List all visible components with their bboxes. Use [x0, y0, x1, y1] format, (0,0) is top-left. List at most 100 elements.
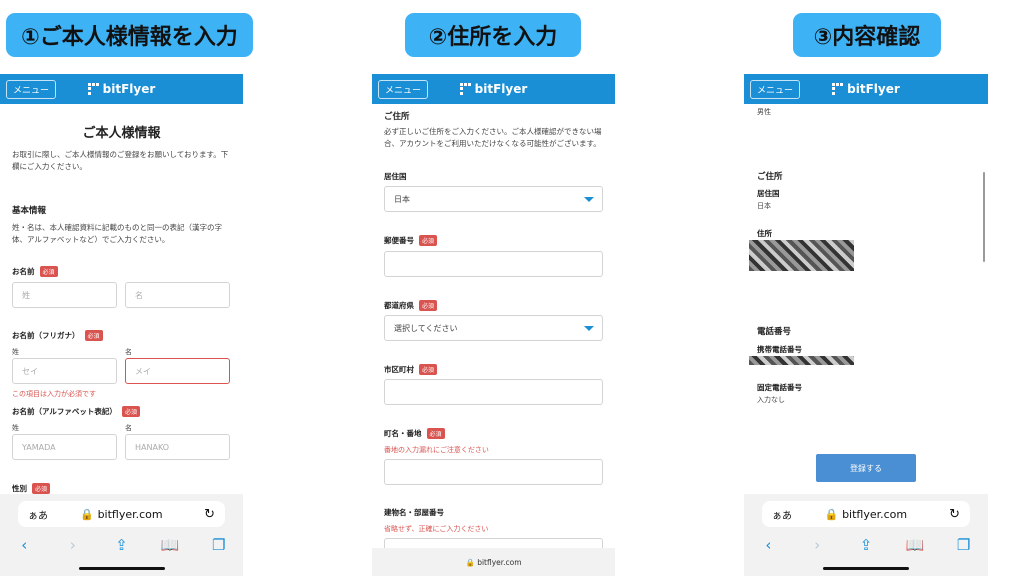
phone-screen-address: メニュー bitFlyer ご住所 必ず正しいご住所をご入力ください。ご本人様確…	[372, 74, 615, 576]
share-icon[interactable]: ⇪	[855, 536, 877, 554]
sub-label-first: 名	[125, 424, 132, 432]
building-label-text: 建物名・部屋番号	[384, 508, 444, 517]
alpha-first-input[interactable]: HANAKO	[125, 434, 230, 460]
postal-label: 郵便番号 必須	[384, 235, 438, 246]
required-badge: 必須	[419, 364, 438, 375]
prefecture-label-text: 都道府県	[384, 301, 414, 310]
required-badge: 必須	[84, 330, 103, 341]
sub-label-last: 姓	[12, 348, 19, 356]
required-badge: 必須	[419, 300, 438, 311]
tabs-icon[interactable]: ❐	[208, 536, 230, 554]
home-indicator	[823, 567, 909, 570]
reload-icon[interactable]: ↻	[949, 507, 960, 522]
phone-section-title: 電話番号	[757, 327, 792, 337]
share-icon[interactable]: ⇪	[110, 536, 132, 554]
bookmarks-icon[interactable]: 📖	[904, 536, 926, 554]
url-label: bitflyer.com	[97, 507, 163, 521]
home-indicator	[78, 567, 165, 570]
alpha-last-input[interactable]: YAMADA	[12, 434, 117, 460]
register-button[interactable]: 登録する	[816, 454, 916, 482]
step3-label: ③内容確認	[793, 13, 941, 57]
country-label: 居住国	[384, 171, 407, 182]
placeholder: メイ	[135, 366, 151, 376]
step1-label: ①ご本人様情報を入力	[6, 13, 253, 57]
forward-icon[interactable]: ›	[62, 536, 84, 554]
browser-nav: ‹ › ⇪ 📖 ❐	[744, 534, 988, 556]
required-badge: 必須	[39, 266, 58, 277]
section-title-basic: 基本情報	[12, 206, 47, 216]
phone-screen-personal-info: メニュー bitFlyer ご本人様情報 お取引に際し、ご本人様情報のご登録をお…	[0, 74, 243, 576]
phone-screen-confirm: メニュー bitFlyer 男性 ご住所 居住国 日本 住所 電話番号 携帯電話…	[744, 74, 988, 576]
landline-value: 入力なし	[757, 396, 785, 404]
page-title: ご本人様情報	[82, 126, 161, 141]
app-header: メニュー bitFlyer	[0, 74, 243, 104]
name-label-text: お名前	[12, 267, 35, 276]
bitflyer-logo: bitFlyer	[744, 74, 988, 104]
safari-toolbar: ぁあ 🔒 bitflyer.com ↻ ‹ › ⇪ 📖 ❐	[0, 494, 243, 576]
country-value: 日本	[757, 202, 771, 210]
required-badge: 必須	[426, 428, 445, 439]
bitflyer-logo-icon	[832, 83, 844, 95]
required-badge: 必須	[121, 406, 140, 417]
bitflyer-logo: bitFlyer	[0, 74, 243, 104]
postal-label-text: 郵便番号	[384, 236, 414, 245]
gender-label: 性別 必須	[12, 483, 51, 494]
address-bar[interactable]: ぁあ 🔒 bitflyer.com ↻	[762, 501, 970, 527]
sub-label-first: 名	[125, 348, 132, 356]
back-icon[interactable]: ‹	[13, 536, 35, 554]
mobile-label: 携帯電話番号	[757, 345, 802, 354]
tabs-icon[interactable]: ❐	[953, 536, 975, 554]
section-title-address: ご住所	[384, 112, 410, 122]
address-redacted	[749, 240, 854, 271]
address-bar[interactable]: ぁあ 🔒 bitflyer.com ↻	[18, 501, 225, 527]
lock-icon: 🔒	[465, 557, 478, 567]
mobile-redacted	[749, 356, 854, 365]
prefecture-label: 都道府県 必須	[384, 300, 438, 311]
name-label: お名前 必須	[12, 266, 58, 277]
required-badge: 必須	[419, 235, 438, 246]
placeholder: 名	[135, 290, 143, 300]
last-name-input[interactable]: 姓	[12, 282, 117, 308]
street-note: 番地の入力漏れにご注意ください	[384, 446, 489, 454]
logo-text: bitFlyer	[474, 82, 528, 96]
country-label-text: 居住国	[384, 172, 407, 181]
logo-text: bitFlyer	[847, 82, 900, 96]
safari-url-bar-compact[interactable]: 🔒 bitflyer.com	[372, 548, 615, 576]
kana-last-input[interactable]: セイ	[12, 358, 117, 384]
intro-text: お取引に際し、ご本人様情報のご登録をお願いしております。下欄にご入力ください。	[12, 150, 229, 171]
kana-first-input[interactable]: メイ	[125, 358, 230, 384]
street-input[interactable]	[384, 459, 603, 485]
postal-code-input[interactable]	[384, 251, 603, 277]
address-section-title: ご住所	[757, 172, 783, 182]
furigana-label-text: お名前（フリガナ）	[12, 331, 80, 340]
app-header: メニュー bitFlyer	[372, 74, 615, 104]
prefecture-value: 選択してください	[394, 323, 458, 333]
street-label: 町名・番地 必須	[384, 428, 445, 439]
required-badge: 必須	[32, 483, 51, 494]
building-label: 建物名・部屋番号	[384, 507, 444, 518]
step2-label: ②住所を入力	[405, 13, 581, 57]
city-input[interactable]	[384, 379, 603, 405]
scrollbar[interactable]	[983, 172, 985, 262]
chevron-down-icon	[584, 196, 594, 202]
placeholder: 姓	[22, 290, 30, 300]
url-text: 🔒 bitflyer.com	[18, 508, 225, 521]
reload-icon[interactable]: ↻	[204, 507, 215, 522]
first-name-input[interactable]: 名	[125, 282, 230, 308]
country-value: 日本	[394, 194, 410, 204]
back-icon[interactable]: ‹	[757, 536, 779, 554]
prefecture-select[interactable]: 選択してください	[384, 315, 603, 341]
section-note: 姓・名は、本人確認資料に記載のものと同一の表記（漢字の字体、アルファベットなど）…	[12, 223, 222, 244]
forward-icon[interactable]: ›	[806, 536, 828, 554]
lock-icon: 🔒	[824, 507, 839, 521]
landline-label: 固定電話番号	[757, 383, 802, 392]
country-select[interactable]: 日本	[384, 186, 603, 212]
url-label: bitflyer.com	[842, 507, 908, 521]
country-label: 居住国	[757, 189, 780, 198]
bookmarks-icon[interactable]: 📖	[159, 536, 181, 554]
furigana-label: お名前（フリガナ） 必須	[12, 330, 103, 341]
city-label-text: 市区町村	[384, 365, 414, 374]
gender-value: 男性	[757, 108, 771, 116]
address-form: ご住所 必ず正しいご住所をご入力ください。ご本人様確認ができない場合、アカウント…	[372, 104, 615, 576]
placeholder: HANAKO	[135, 442, 170, 452]
